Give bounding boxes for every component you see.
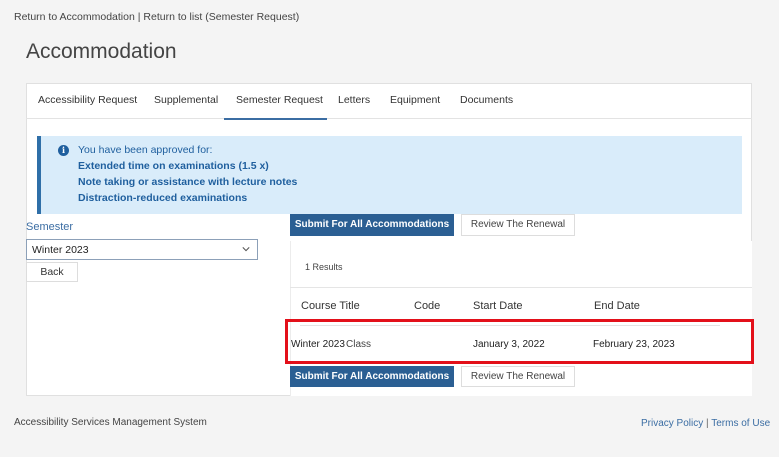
breadcrumb: Return to Accommodation | Return to list… (14, 11, 299, 23)
terms-of-use-link[interactable]: Terms of Use (711, 418, 770, 429)
semester-select[interactable]: Winter 2023 (26, 239, 258, 260)
tab-bar: Accessibility Request Supplemental Semes… (26, 83, 752, 119)
review-renewal-button-bottom[interactable]: Review The Renewal (461, 366, 575, 387)
column-header-course-title[interactable]: Course Title (301, 300, 360, 312)
results-count: 1 Results (305, 262, 343, 272)
breadcrumb-separator: | (137, 11, 141, 23)
submit-all-accommodations-button-bottom[interactable]: Submit For All Accommodations (290, 366, 454, 387)
column-header-end-date[interactable]: End Date (594, 300, 640, 312)
column-header-code[interactable]: Code (414, 300, 440, 312)
info-icon: i (58, 145, 69, 156)
review-renewal-button[interactable]: Review The Renewal (461, 214, 575, 236)
highlight-annotation-box (285, 319, 754, 364)
tab-letters[interactable]: Letters (338, 94, 370, 106)
approval-lead-text: You have been approved for: (78, 144, 213, 156)
tab-accessibility-request[interactable]: Accessibility Request (38, 94, 137, 106)
footer-separator: | (706, 418, 709, 429)
column-header-start-date[interactable]: Start Date (473, 300, 523, 312)
system-name: Accessibility Services Management System (14, 417, 207, 428)
tab-equipment[interactable]: Equipment (390, 94, 440, 106)
chevron-down-icon (242, 247, 250, 252)
semester-selected-value: Winter 2023 (32, 244, 89, 256)
page-title: Accommodation (26, 40, 177, 63)
results-divider (290, 287, 752, 288)
tab-documents[interactable]: Documents (460, 94, 513, 106)
active-tab-indicator (224, 118, 327, 120)
tab-semester-request[interactable]: Semester Request (236, 94, 323, 106)
approval-info-box: i You have been approved for: Extended t… (37, 136, 742, 214)
back-button[interactable]: Back (26, 262, 78, 282)
return-to-list-link[interactable]: Return to list (Semester Request) (143, 11, 299, 23)
approved-accommodation-item: Extended time on examinations (1.5 x) (78, 160, 269, 172)
privacy-policy-link[interactable]: Privacy Policy (641, 418, 703, 429)
semester-label: Semester (26, 221, 74, 233)
approved-accommodation-item: Note taking or assistance with lecture n… (78, 176, 298, 188)
tab-supplemental[interactable]: Supplemental (154, 94, 218, 106)
return-to-accommodation-link[interactable]: Return to Accommodation (14, 11, 135, 23)
approved-accommodation-item: Distraction-reduced examinations (78, 192, 248, 204)
submit-all-accommodations-button[interactable]: Submit For All Accommodations (290, 214, 454, 236)
footer-links: Privacy Policy | Terms of Use (641, 418, 770, 429)
